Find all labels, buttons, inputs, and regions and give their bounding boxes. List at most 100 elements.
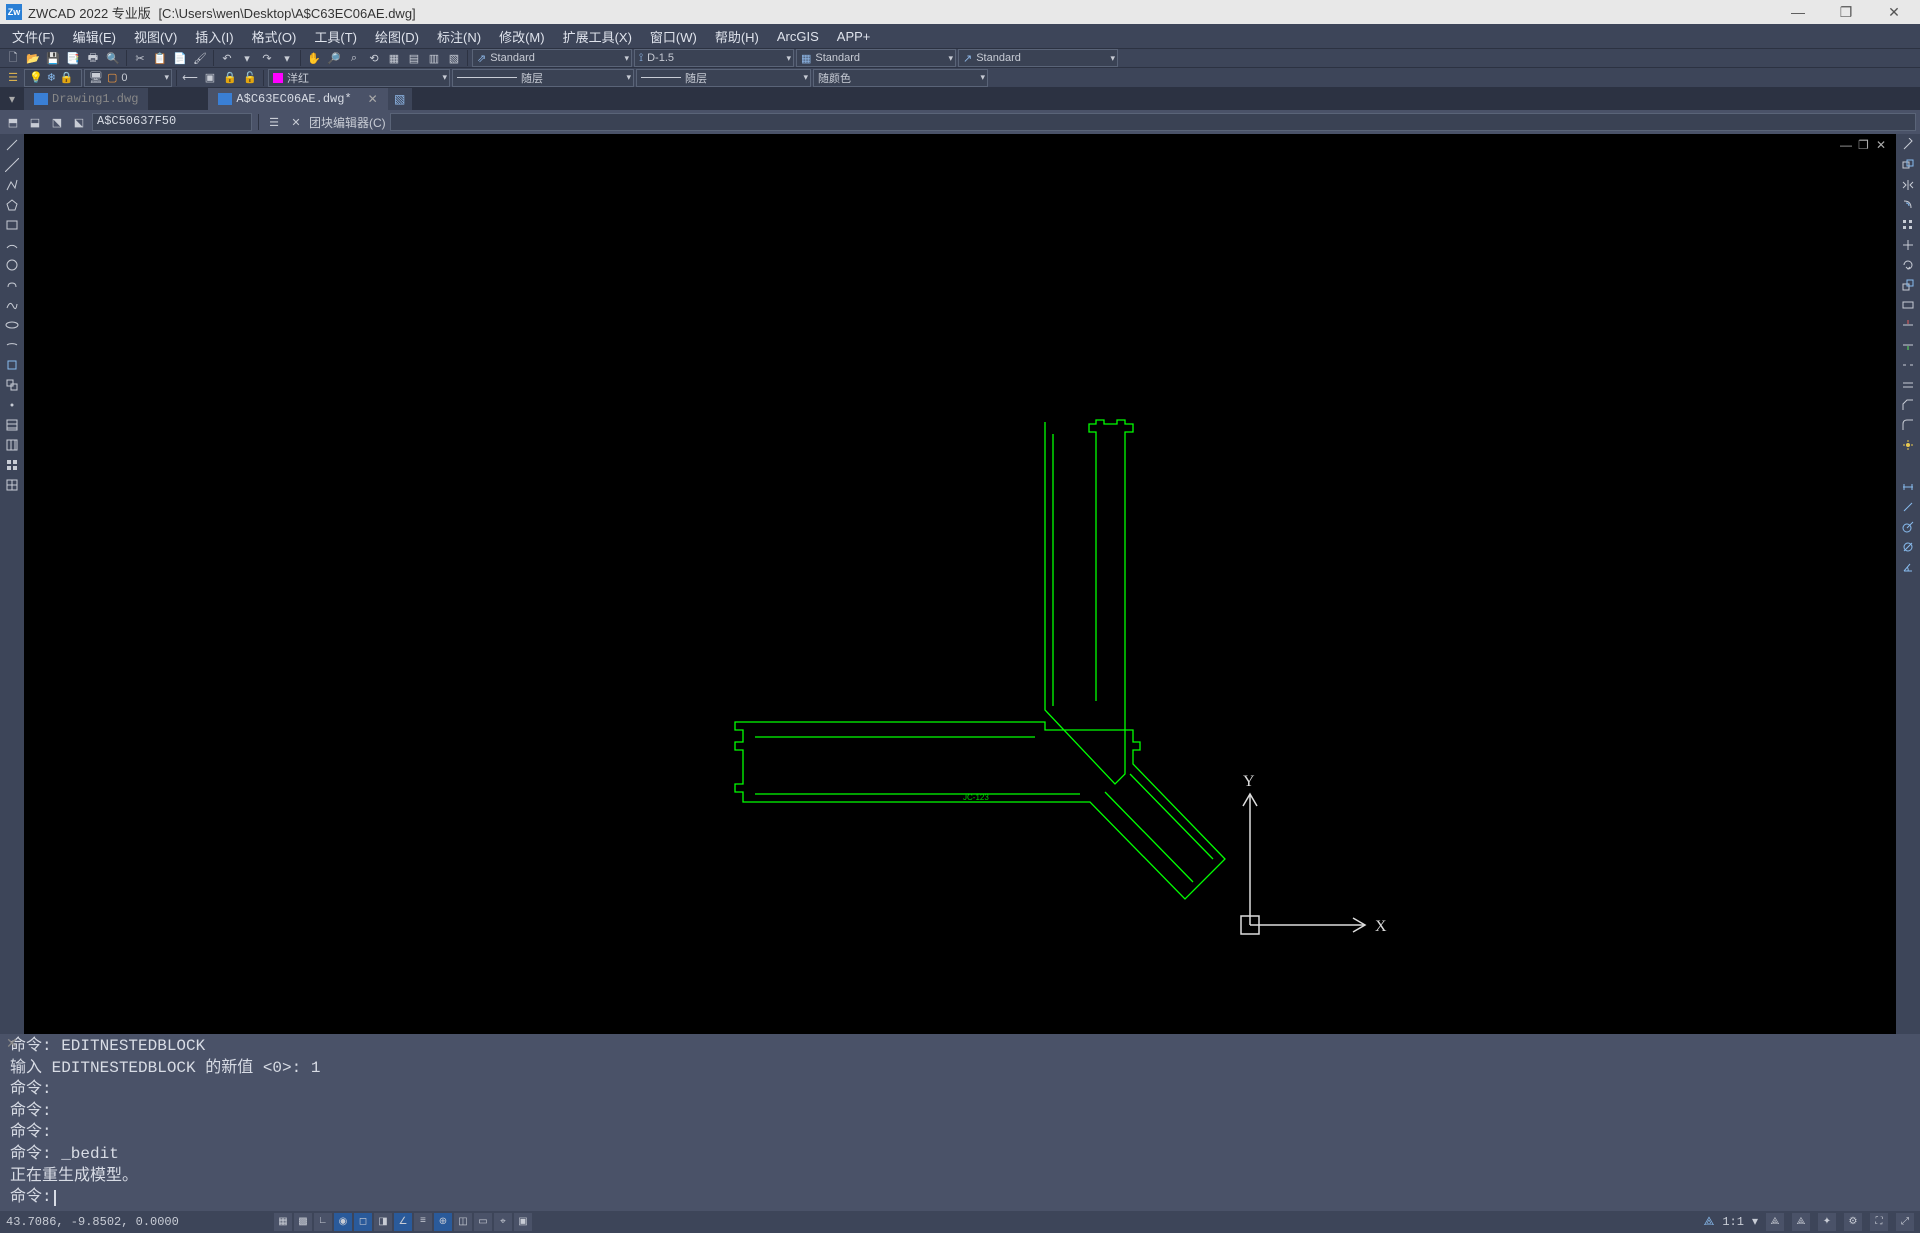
layer-lock-icon[interactable]: 🔒 — [221, 69, 239, 87]
menu-help[interactable]: 帮助(H) — [707, 25, 767, 48]
rectangle-icon[interactable] — [3, 216, 21, 234]
block-description-field[interactable] — [390, 113, 1916, 131]
menu-tools[interactable]: 工具(T) — [306, 25, 365, 48]
dim-style-combo[interactable]: ⟟D-1.5▾ — [634, 49, 794, 67]
polyline-icon[interactable] — [3, 176, 21, 194]
dim-radius-icon[interactable] — [1899, 518, 1917, 536]
otrack-toggle[interactable]: ∠ — [394, 1213, 412, 1231]
ellipse-icon[interactable] — [3, 316, 21, 334]
copy-icon[interactable]: 📋 — [151, 49, 169, 67]
maximize-button[interactable]: ❐ — [1836, 4, 1856, 21]
redo-icon[interactable]: ↷ — [258, 49, 276, 67]
spline-icon[interactable] — [3, 296, 21, 314]
mirror-icon[interactable] — [1899, 176, 1917, 194]
lwt-toggle[interactable]: ≡ — [414, 1213, 432, 1231]
menu-dim[interactable]: 标注(N) — [429, 25, 489, 48]
revcloud-icon[interactable] — [3, 276, 21, 294]
bedit-saveas-icon[interactable]: ⬓ — [26, 113, 44, 131]
layer-state-combo[interactable]: 💡 ❄ 🔒 — [24, 69, 82, 87]
redo-dd-icon[interactable]: ▾ — [278, 49, 296, 67]
lineweight-combo[interactable]: 随层▾ — [636, 69, 811, 87]
dim-linear-icon[interactable] — [1899, 478, 1917, 496]
polar-toggle[interactable]: ◉ — [334, 1213, 352, 1231]
clean-screen-icon[interactable]: ⤢ — [1896, 1213, 1914, 1231]
rotate-icon[interactable] — [1899, 256, 1917, 274]
menu-view[interactable]: 视图(V) — [126, 25, 185, 48]
doc-tab-active[interactable]: A$C63EC06AE.dwg* ✕ — [208, 88, 387, 110]
block-close-label[interactable]: 团块编辑器(C) — [309, 114, 386, 131]
table-style-combo[interactable]: ▦Standard▾ — [796, 49, 956, 67]
explode-icon[interactable] — [1899, 436, 1917, 454]
paste-icon[interactable]: 📄 — [171, 49, 189, 67]
doc-tab-inactive[interactable]: Drawing1.dwg — [24, 88, 148, 110]
menu-modify[interactable]: 修改(M) — [491, 25, 553, 48]
layer-unlock-icon[interactable]: 🔓 — [241, 69, 259, 87]
fillet-icon[interactable] — [1899, 416, 1917, 434]
line-icon[interactable] — [3, 136, 21, 154]
anno-auto-icon[interactable]: ⟁ — [1792, 1213, 1810, 1231]
circle-icon[interactable] — [3, 256, 21, 274]
menu-draw[interactable]: 绘图(D) — [367, 25, 427, 48]
ellipse-arc-icon[interactable] — [3, 336, 21, 354]
open-icon[interactable]: 📂 — [24, 49, 42, 67]
layer-iso-icon[interactable]: ▣ — [201, 69, 219, 87]
copy-icon[interactable] — [1899, 156, 1917, 174]
tabs-menu-icon[interactable]: ▾ — [0, 92, 24, 106]
hardware-accel-icon[interactable]: ⚙ — [1844, 1213, 1862, 1231]
zoom-win-icon[interactable]: ⌕ — [345, 49, 363, 67]
layer-color-combo[interactable]: 洋红▾ — [268, 69, 450, 87]
gradient-icon[interactable] — [3, 436, 21, 454]
dim-angular-icon[interactable] — [1899, 558, 1917, 576]
isoplane-icon[interactable]: ⛶ — [1870, 1213, 1888, 1231]
polygon-icon[interactable] — [3, 196, 21, 214]
saveas-icon[interactable]: 📑 — [64, 49, 82, 67]
tool-palette-icon[interactable]: ▥ — [425, 49, 443, 67]
qp-toggle[interactable]: ⌖ — [494, 1213, 512, 1231]
extend-icon[interactable] — [1899, 336, 1917, 354]
snap-toggle[interactable]: ▦ — [274, 1213, 292, 1231]
annoscale-value[interactable]: 1:1 — [1722, 1215, 1744, 1229]
dcenter-icon[interactable]: ▤ — [405, 49, 423, 67]
mleader-style-combo[interactable]: ↗Standard▾ — [958, 49, 1118, 67]
prop-icon[interactable]: ▦ — [385, 49, 403, 67]
menu-appplus[interactable]: APP+ — [829, 27, 879, 46]
workspace-icon[interactable]: ✦ — [1818, 1213, 1836, 1231]
point-icon[interactable] — [3, 396, 21, 414]
cut-icon[interactable]: ✂ — [131, 49, 149, 67]
chamfer-icon[interactable] — [1899, 396, 1917, 414]
tab-add-button[interactable]: ▧ — [388, 88, 412, 110]
anno-vis-icon[interactable]: ⟁ — [1766, 1213, 1784, 1231]
close-button[interactable]: ✕ — [1884, 4, 1904, 21]
menu-file[interactable]: 文件(F) — [4, 25, 63, 48]
menu-arcgis[interactable]: ArcGIS — [769, 27, 827, 46]
menu-insert[interactable]: 插入(I) — [187, 25, 241, 48]
tab-close-icon[interactable]: ✕ — [368, 92, 378, 107]
menu-ext[interactable]: 扩展工具(X) — [555, 25, 640, 48]
annoscale-icon[interactable]: ⟁ — [1704, 1215, 1715, 1229]
bedit-auto-icon[interactable]: ⬕ — [70, 113, 88, 131]
preview-icon[interactable]: 🔍 — [104, 49, 122, 67]
stretch-icon[interactable] — [1899, 296, 1917, 314]
menu-window[interactable]: 窗口(W) — [642, 25, 705, 48]
bedit-param-icon[interactable]: ☰ — [265, 113, 283, 131]
pan-icon[interactable]: ✋ — [305, 49, 323, 67]
dim-aligned-icon[interactable] — [1899, 498, 1917, 516]
cycle-toggle[interactable]: ◫ — [454, 1213, 472, 1231]
insert-block-icon[interactable] — [3, 356, 21, 374]
cmdline-close-icon[interactable]: ✕ — [6, 1036, 18, 1055]
menu-format[interactable]: 格式(O) — [244, 25, 305, 48]
bedit-close-icon[interactable]: ✕ — [287, 113, 305, 131]
3dosnap-toggle[interactable]: ◨ — [374, 1213, 392, 1231]
ortho-toggle[interactable]: ∟ — [314, 1213, 332, 1231]
trim-icon[interactable] — [1899, 316, 1917, 334]
region-icon[interactable] — [3, 456, 21, 474]
erase-icon[interactable] — [1899, 136, 1917, 154]
move-icon[interactable] — [1899, 236, 1917, 254]
break-icon[interactable] — [1899, 356, 1917, 374]
model-toggle[interactable]: ▭ — [474, 1213, 492, 1231]
plotcolor-combo[interactable]: 随颜色▾ — [813, 69, 988, 87]
zoom-prev-icon[interactable]: ⟲ — [365, 49, 383, 67]
bedit-save-icon[interactable]: ⬒ — [4, 113, 22, 131]
offset-icon[interactable] — [1899, 196, 1917, 214]
table-icon[interactable] — [3, 476, 21, 494]
